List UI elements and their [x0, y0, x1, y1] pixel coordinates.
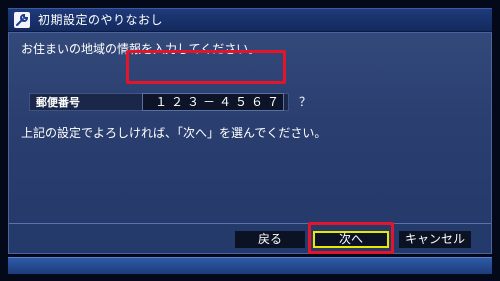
postal-code-label: 郵便番号: [36, 96, 80, 109]
window-title: 初期設定のやりなおし: [38, 13, 164, 27]
help-icon[interactable]: ？: [299, 94, 311, 110]
bottom-bar: [8, 257, 492, 274]
next-button-highlight-outline: [308, 222, 394, 254]
title-bar: 初期設定のやりなおし: [8, 8, 492, 32]
back-button[interactable]: 戻る: [235, 231, 305, 248]
postal-code-highlight-outline: [126, 50, 286, 84]
settings-screen: 初期設定のやりなおし お住まいの地域の情報を入力してください。 郵便番号 １２３…: [0, 0, 500, 281]
confirm-text: 上記の設定でよろしければ、「次へ」を選んでください。: [21, 126, 327, 140]
button-bar: 戻る 次へ キャンセル: [9, 224, 491, 253]
postal-code-input[interactable]: １２３－４５６７: [142, 93, 284, 111]
wrench-icon: [14, 12, 30, 28]
cancel-button[interactable]: キャンセル: [399, 231, 471, 248]
postal-code-row: 郵便番号 １２３－４５６７: [29, 93, 289, 111]
